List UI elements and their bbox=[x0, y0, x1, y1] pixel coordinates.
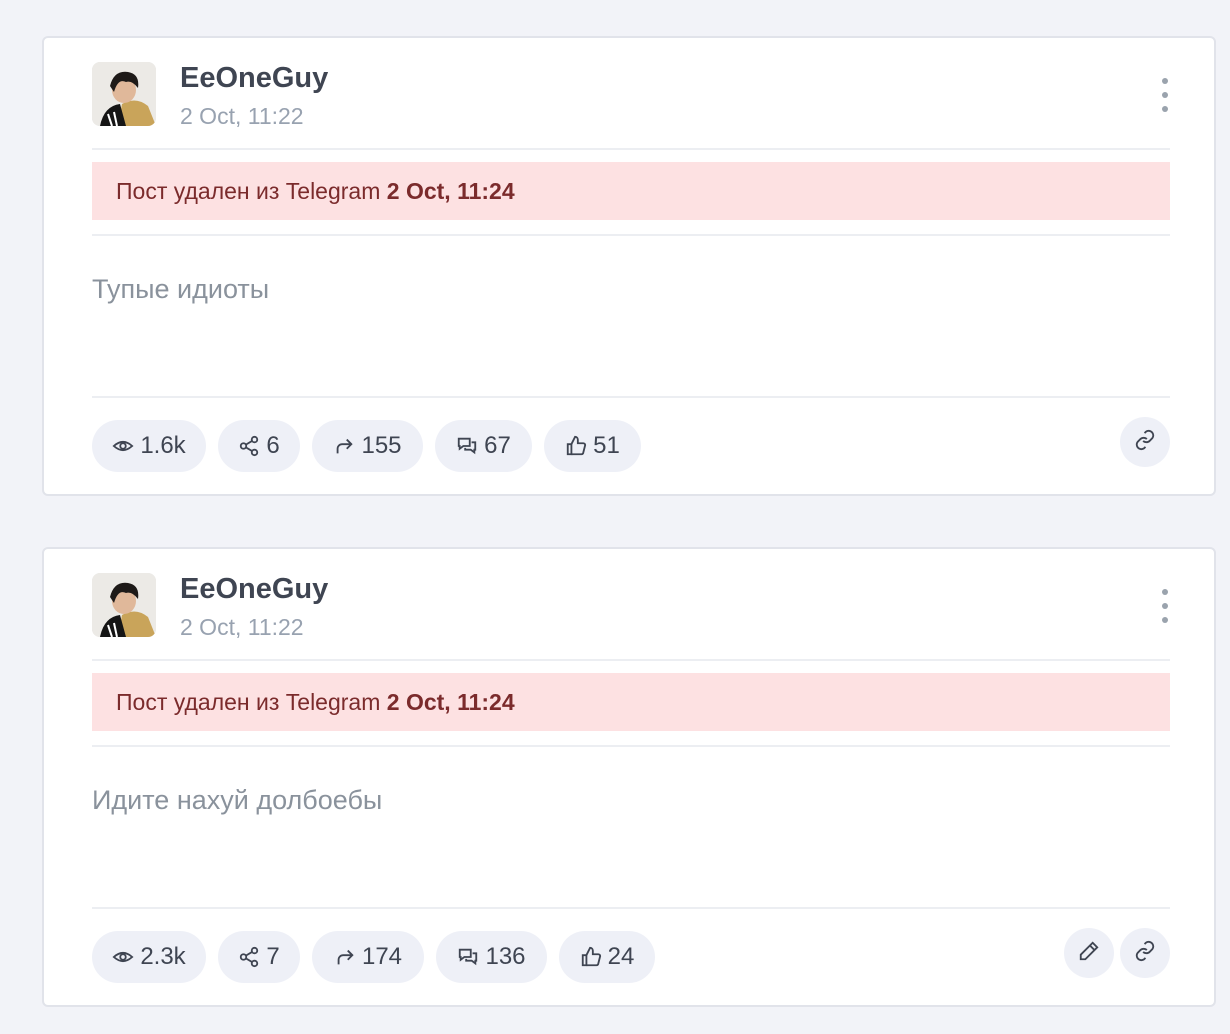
copy-link-button[interactable] bbox=[1120, 928, 1170, 978]
likes-count: 24 bbox=[607, 943, 635, 970]
deleted-alert-text: Пост удален из Telegram bbox=[116, 178, 387, 204]
post-text: Идите нахуй долбоебы bbox=[92, 785, 383, 815]
more-options-button[interactable] bbox=[1160, 78, 1170, 112]
divider bbox=[92, 396, 1170, 398]
likes-stat[interactable]: 24 bbox=[559, 931, 655, 983]
divider bbox=[92, 148, 1170, 150]
deleted-alert-time: 2 Oct, 11:24 bbox=[386, 689, 515, 715]
deleted-alert-time: 2 Oct, 11:24 bbox=[386, 178, 515, 204]
post-text: Тупые идиоты bbox=[92, 274, 270, 304]
post-date: 2 Oct, 11:22 bbox=[180, 614, 304, 640]
post-date: 2 Oct, 11:22 bbox=[180, 103, 304, 129]
post-card: EeOneGuy 2 Oct, 11:22 Пост удален из Tel… bbox=[42, 36, 1216, 496]
deleted-alert: Пост удален из Telegram 2 Oct, 11:24 bbox=[92, 162, 1170, 220]
author-name[interactable]: EeOneGuy bbox=[180, 573, 328, 606]
post-header: EeOneGuy 2 Oct, 11:22 bbox=[92, 62, 1170, 129]
views-stat[interactable]: 2.3k bbox=[92, 931, 206, 983]
forward-arrow-icon bbox=[333, 435, 355, 457]
share-icon bbox=[238, 946, 260, 968]
dot-icon bbox=[1162, 589, 1168, 595]
edit-button[interactable] bbox=[1064, 928, 1114, 978]
forwards-count: 155 bbox=[361, 432, 402, 459]
post-header: EeOneGuy 2 Oct, 11:22 bbox=[92, 573, 1170, 640]
avatar[interactable] bbox=[92, 62, 156, 126]
eye-icon bbox=[112, 435, 134, 457]
forwards-stat[interactable]: 174 bbox=[312, 931, 424, 983]
divider bbox=[92, 659, 1170, 661]
comments-stat[interactable]: 67 bbox=[435, 420, 532, 472]
forwards-count: 174 bbox=[361, 943, 403, 970]
views-count: 1.6k bbox=[140, 432, 186, 459]
shares-stat[interactable]: 7 bbox=[218, 931, 300, 983]
dot-icon bbox=[1162, 603, 1168, 609]
forward-arrow-icon bbox=[334, 946, 356, 968]
post-card: EeOneGuy 2 Oct, 11:22 Пост удален из Tel… bbox=[42, 547, 1216, 1007]
share-icon bbox=[238, 435, 260, 457]
eye-icon bbox=[112, 946, 134, 968]
dot-icon bbox=[1162, 617, 1168, 623]
divider bbox=[92, 907, 1170, 909]
divider bbox=[92, 745, 1170, 747]
comments-icon bbox=[457, 946, 479, 968]
thumbs-up-icon bbox=[580, 946, 602, 968]
divider bbox=[92, 234, 1170, 236]
thumbs-up-icon bbox=[565, 435, 587, 457]
comments-count: 67 bbox=[484, 432, 511, 459]
copy-link-button[interactable] bbox=[1120, 417, 1170, 467]
more-options-button[interactable] bbox=[1160, 589, 1170, 623]
comments-stat[interactable]: 136 bbox=[436, 931, 547, 983]
link-icon bbox=[1134, 940, 1156, 967]
deleted-alert-text: Пост удален из Telegram bbox=[116, 689, 387, 715]
dot-icon bbox=[1162, 78, 1168, 84]
comments-icon bbox=[456, 435, 478, 457]
dot-icon bbox=[1162, 92, 1168, 98]
views-stat[interactable]: 1.6k bbox=[92, 420, 206, 472]
author-name[interactable]: EeOneGuy bbox=[180, 62, 328, 95]
deleted-alert: Пост удален из Telegram 2 Oct, 11:24 bbox=[92, 673, 1170, 731]
shares-stat[interactable]: 6 bbox=[218, 420, 300, 472]
likes-stat[interactable]: 51 bbox=[544, 420, 641, 472]
forwards-stat[interactable]: 155 bbox=[312, 420, 423, 472]
pencil-icon bbox=[1078, 940, 1100, 967]
likes-count: 51 bbox=[593, 432, 620, 459]
comments-count: 136 bbox=[485, 943, 526, 970]
shares-count: 7 bbox=[266, 943, 280, 970]
link-icon bbox=[1134, 429, 1156, 456]
dot-icon bbox=[1162, 106, 1168, 112]
avatar[interactable] bbox=[92, 573, 156, 637]
views-count: 2.3k bbox=[140, 943, 186, 970]
shares-count: 6 bbox=[266, 432, 280, 459]
